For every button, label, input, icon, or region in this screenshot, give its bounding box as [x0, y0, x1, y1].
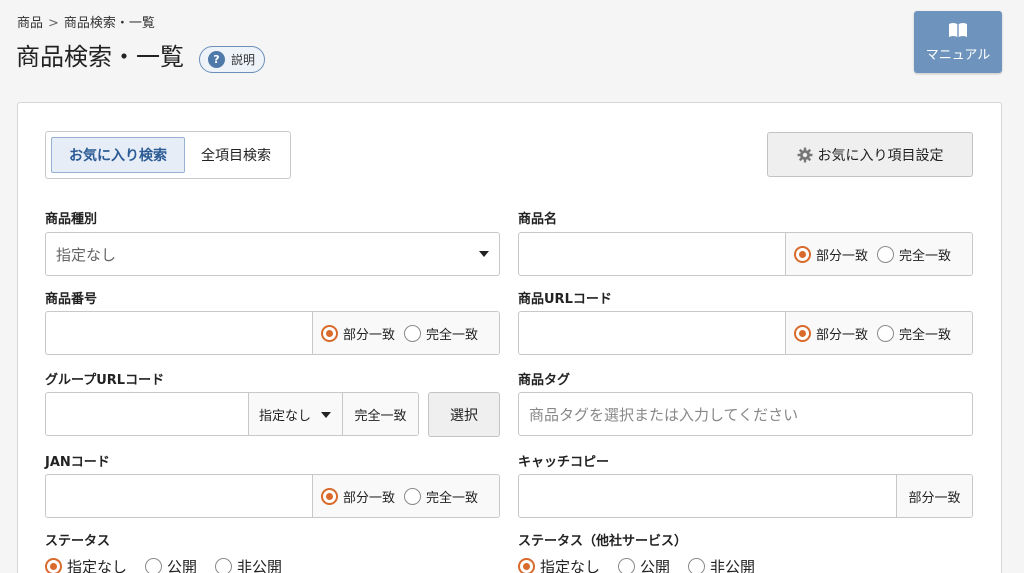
radio-unchecked	[145, 558, 163, 573]
group-url-code-label: グループURLコード	[45, 373, 165, 388]
radio-checked	[518, 558, 535, 573]
product-name-label: 商品名	[518, 212, 558, 227]
radio-label: 部分一致	[343, 327, 396, 343]
radio-unchecked	[215, 558, 233, 573]
catch-copy-field: 部分一致	[518, 474, 973, 518]
radio-checked	[321, 324, 338, 342]
jan-code-label: JANコード	[45, 455, 110, 470]
catch-copy-input[interactable]	[519, 475, 896, 517]
group-url-code-match: 完全一致	[342, 393, 418, 435]
product-type-label: 商品種別	[45, 212, 98, 227]
radio-label: 非公開	[237, 558, 283, 573]
group-url-code-input[interactable]	[46, 393, 248, 435]
product-tag-label: 商品タグ	[518, 373, 571, 388]
radio-status-other-private[interactable]: 非公開	[688, 556, 755, 573]
radio-exact-match[interactable]: 完全一致	[404, 487, 478, 506]
radio-checked	[45, 558, 62, 573]
group-url-code-field: 指定なし 完全一致	[45, 392, 419, 436]
group-select-button[interactable]: 選択	[428, 392, 500, 437]
search-mode-tabs: お気に入り検索 全項目検索	[45, 131, 291, 179]
radio-label: 指定なし	[540, 558, 601, 573]
catch-copy-match: 部分一致	[896, 475, 972, 517]
radio-unchecked	[618, 558, 636, 573]
status-other-radio-group: 指定なし 公開 非公開	[518, 556, 773, 573]
radio-unchecked	[688, 558, 706, 573]
radio-label: 完全一致	[426, 327, 479, 343]
jan-code-input[interactable]	[46, 475, 312, 517]
jan-code-field: 部分一致 完全一致	[45, 474, 500, 518]
group-url-code-mode-select[interactable]: 指定なし	[248, 393, 342, 435]
radio-label: 部分一致	[816, 248, 869, 264]
product-number-match: 部分一致 完全一致	[312, 312, 499, 354]
jan-code-match: 部分一致 完全一致	[312, 475, 499, 517]
favorite-settings-label: お気に入り項目設定	[817, 147, 944, 164]
radio-label: 指定なし	[67, 558, 128, 573]
status-label: ステータス	[45, 534, 111, 549]
breadcrumb-parent-link[interactable]: 商品	[17, 16, 43, 31]
page-title: 商品検索・一覧	[16, 43, 184, 71]
tab-all-items-search[interactable]: 全項目検索	[186, 137, 286, 173]
radio-partial-match[interactable]: 部分一致	[794, 245, 868, 264]
group-url-code-mode-value: 指定なし	[259, 408, 312, 424]
radio-status-public[interactable]: 公開	[145, 556, 197, 573]
radio-unchecked	[877, 324, 895, 342]
tab-favorite-search[interactable]: お気に入り検索	[51, 137, 185, 173]
product-tag-placeholder: 商品タグを選択または入力してください	[529, 405, 799, 424]
product-type-value: 指定なし	[56, 245, 117, 264]
breadcrumb: 商品 > 商品検索・一覧	[17, 12, 155, 31]
book-icon	[949, 22, 967, 37]
radio-status-other-none[interactable]: 指定なし	[518, 556, 600, 573]
chevron-down-icon	[321, 412, 331, 418]
radio-unchecked	[877, 245, 895, 263]
radio-partial-match[interactable]: 部分一致	[794, 324, 868, 343]
radio-label: 部分一致	[816, 327, 869, 343]
product-url-code-match: 部分一致 完全一致	[785, 312, 972, 354]
manual-button[interactable]: マニュアル	[914, 11, 1002, 73]
product-number-label: 商品番号	[45, 292, 98, 307]
product-name-field: 部分一致 完全一致	[518, 232, 973, 276]
product-url-code-label: 商品URLコード	[518, 292, 612, 307]
chevron-down-icon	[479, 251, 489, 257]
product-tag-input[interactable]: 商品タグを選択または入力してください	[518, 392, 973, 436]
manual-label: マニュアル	[925, 47, 991, 63]
radio-checked	[794, 324, 811, 342]
help-button[interactable]: ? 説明	[199, 46, 266, 73]
radio-exact-match[interactable]: 完全一致	[877, 245, 951, 264]
radio-status-none[interactable]: 指定なし	[45, 556, 127, 573]
product-url-code-field: 部分一致 完全一致	[518, 311, 973, 355]
radio-exact-match[interactable]: 完全一致	[404, 324, 478, 343]
radio-label: 公開	[640, 558, 671, 573]
radio-partial-match[interactable]: 部分一致	[321, 324, 395, 343]
status-radio-group: 指定なし 公開 非公開	[45, 556, 300, 573]
radio-partial-match[interactable]: 部分一致	[321, 487, 395, 506]
breadcrumb-separator: >	[48, 16, 59, 31]
question-icon: ?	[208, 51, 225, 68]
radio-label: 完全一致	[426, 490, 479, 506]
status-other-label: ステータス（他社サービス）	[518, 534, 688, 549]
radio-unchecked	[404, 324, 422, 342]
breadcrumb-current: 商品検索・一覧	[63, 16, 155, 31]
radio-status-other-public[interactable]: 公開	[618, 556, 670, 573]
radio-exact-match[interactable]: 完全一致	[877, 324, 951, 343]
gear-icon	[797, 147, 812, 162]
radio-label: 完全一致	[899, 327, 952, 343]
product-url-code-input[interactable]	[519, 312, 785, 354]
radio-label: 完全一致	[899, 248, 952, 264]
radio-label: 公開	[167, 558, 198, 573]
radio-checked	[794, 245, 811, 263]
product-name-match: 部分一致 完全一致	[785, 233, 972, 275]
product-name-input[interactable]	[519, 233, 785, 275]
radio-label: 部分一致	[343, 490, 396, 506]
product-number-input[interactable]	[46, 312, 312, 354]
radio-label: 非公開	[710, 558, 756, 573]
help-label: 説明	[231, 53, 256, 67]
radio-status-private[interactable]: 非公開	[215, 556, 282, 573]
catch-copy-label: キャッチコピー	[518, 455, 610, 470]
product-number-field: 部分一致 完全一致	[45, 311, 500, 355]
product-type-select[interactable]: 指定なし	[45, 232, 500, 276]
radio-checked	[321, 487, 338, 505]
favorite-settings-button[interactable]: お気に入り項目設定	[767, 132, 973, 177]
radio-unchecked	[404, 487, 422, 505]
